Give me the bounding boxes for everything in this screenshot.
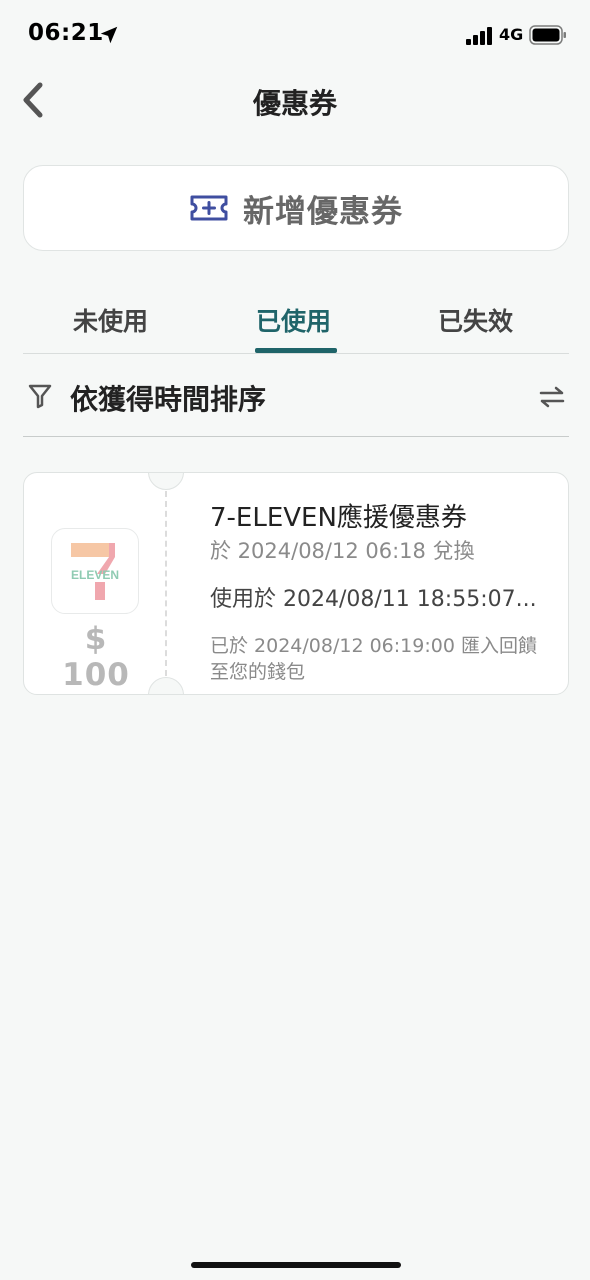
status-time: 06:21: [28, 20, 104, 46]
ticket-perforation: [165, 491, 167, 676]
coupon-amount: $ 100: [62, 621, 130, 693]
page-title: 優惠券: [252, 87, 337, 120]
logo-text: ELEVEN: [71, 568, 119, 582]
ticket-add-icon: [190, 195, 228, 221]
ticket-notch-bottom: [148, 677, 184, 694]
network-type: 4G: [499, 25, 524, 44]
add-coupon-button[interactable]: 新增優惠券: [23, 165, 569, 251]
seven-eleven-logo-icon: ELEVEN: [71, 543, 119, 600]
sort-label[interactable]: 依獲得時間排序: [70, 378, 266, 418]
coupon-redeemed-date: 於 2024/08/12 06:18 兌換: [210, 539, 475, 563]
tab-unused[interactable]: 未使用: [73, 302, 148, 338]
active-tab-indicator: [255, 348, 337, 353]
coupon-used-date: 使用於 2024/08/11 18:55:07...: [210, 587, 537, 612]
add-coupon-label: 新增優惠券: [243, 193, 403, 230]
coupon-name: 7-ELEVEN應援優惠券: [210, 503, 467, 533]
swap-arrows-icon[interactable]: [537, 385, 567, 409]
status-bar: 06:21 4G: [0, 0, 590, 70]
battery-icon: [529, 25, 566, 45]
tab-used[interactable]: 已使用: [256, 302, 331, 338]
sort-bar: 依獲得時間排序: [23, 355, 569, 437]
home-indicator: [191, 1262, 401, 1268]
coupon-tabs: 未使用 已使用 已失效: [23, 288, 569, 354]
coupon-card[interactable]: ELEVEN $ 100 7-ELEVEN應援優惠券 於 2024/08/12 …: [23, 472, 569, 695]
coupon-cashback-note: 已於 2024/08/12 06:19:00 匯入回饋至您的錢包: [210, 635, 537, 683]
ticket-notch-top: [148, 473, 184, 490]
tab-expired[interactable]: 已失效: [438, 302, 513, 338]
signal-icon: [466, 27, 492, 45]
brand-logo: ELEVEN: [51, 528, 139, 614]
filter-icon[interactable]: [28, 383, 52, 409]
location-arrow-icon: [100, 26, 118, 44]
